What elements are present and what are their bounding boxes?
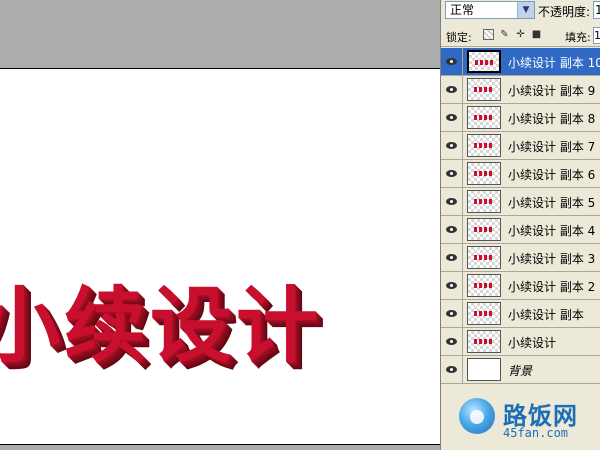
layer-thumbnail xyxy=(467,190,501,213)
layer-row[interactable]: 小续设计 副本 2 xyxy=(441,272,600,300)
layer-thumbnail xyxy=(467,218,501,241)
visibility-toggle[interactable] xyxy=(441,272,463,299)
lock-label: 锁定: xyxy=(446,31,472,44)
eye-icon xyxy=(446,198,457,205)
layer-thumbnail xyxy=(467,50,501,73)
visibility-toggle[interactable] xyxy=(441,188,463,215)
layer-thumbnail xyxy=(467,358,501,381)
layer-row-background[interactable]: 背景 xyxy=(441,356,600,384)
layer-name: 小续设计 副本 5 xyxy=(508,196,596,210)
lock-icon[interactable]: ■ xyxy=(531,29,542,40)
artwork-text: 小续设计 xyxy=(0,279,323,374)
blend-mode-select[interactable]: 正常 ▼ xyxy=(445,1,535,19)
thumbnail-art xyxy=(474,339,494,344)
layer-name: 小续设计 副本 8 xyxy=(508,112,596,126)
eye-icon xyxy=(446,310,457,317)
thumbnail-art xyxy=(474,87,494,92)
visibility-toggle[interactable] xyxy=(441,216,463,243)
eye-icon xyxy=(446,226,457,233)
visibility-toggle[interactable] xyxy=(441,356,463,383)
layer-name: 小续设计 副本 3 xyxy=(508,252,596,266)
eye-icon xyxy=(446,114,457,121)
layer-name: 背景 xyxy=(508,364,533,378)
visibility-toggle[interactable] xyxy=(441,76,463,103)
visibility-toggle[interactable] xyxy=(441,104,463,131)
layer-row[interactable]: 小续设计 xyxy=(441,328,600,356)
document-edge-bottom xyxy=(0,444,440,445)
visibility-toggle[interactable] xyxy=(441,160,463,187)
eye-icon xyxy=(446,142,457,149)
eye-icon xyxy=(446,254,457,261)
layer-name: 小续设计 副本 7 xyxy=(508,140,596,154)
visibility-toggle[interactable] xyxy=(441,132,463,159)
layer-list: 小续设计 副本 10 小续设计 副本 9 小续设计 副本 8 小续设计 副本 7… xyxy=(441,48,600,384)
brush-icon[interactable]: ✎ xyxy=(499,29,510,40)
layer-name: 小续设计 副本 4 xyxy=(508,224,596,238)
eye-icon xyxy=(446,338,457,345)
eye-icon xyxy=(446,282,457,289)
layer-row[interactable]: 小续设计 副本 8 xyxy=(441,104,600,132)
water-drop-icon xyxy=(459,398,495,434)
layer-row[interactable]: 小续设计 副本 xyxy=(441,300,600,328)
layer-name: 小续设计 副本 6 xyxy=(508,168,596,182)
thumbnail-art xyxy=(474,255,494,260)
thumbnail-art xyxy=(474,283,494,288)
layer-row[interactable]: 小续设计 副本 4 xyxy=(441,216,600,244)
thumbnail-art xyxy=(474,143,494,148)
layer-name: 小续设计 副本 xyxy=(508,308,584,322)
thumbnail-art xyxy=(475,60,495,65)
visibility-toggle[interactable] xyxy=(441,244,463,271)
blend-row: 正常 ▼ 不透明度: 1 xyxy=(441,0,600,22)
eye-icon xyxy=(446,86,457,93)
layer-thumbnail xyxy=(467,274,501,297)
layer-row[interactable]: 小续设计 副本 5 xyxy=(441,188,600,216)
layer-thumbnail xyxy=(467,162,501,185)
fill-input[interactable]: 1 xyxy=(593,27,600,44)
layer-thumbnail xyxy=(467,330,501,353)
layer-thumbnail xyxy=(467,106,501,129)
thumbnail-art xyxy=(474,171,494,176)
layer-thumbnail xyxy=(467,246,501,269)
blend-mode-value: 正常 xyxy=(450,3,475,17)
thumbnail-art xyxy=(474,115,494,120)
opacity-input[interactable]: 1 xyxy=(593,1,600,19)
eye-icon xyxy=(446,170,457,177)
visibility-toggle[interactable] xyxy=(441,48,463,75)
layer-name: 小续设计 副本 9 xyxy=(508,84,596,98)
layer-row[interactable]: 小续设计 副本 3 xyxy=(441,244,600,272)
layer-thumbnail xyxy=(467,134,501,157)
eye-icon xyxy=(446,58,457,65)
canvas-area[interactable]: 小续设计 xyxy=(0,0,440,450)
layer-name: 小续设计 xyxy=(508,336,557,350)
thumbnail-art xyxy=(474,199,494,204)
watermark-logo: 路饭网 45fan.com xyxy=(441,390,600,450)
opacity-label: 不透明度: xyxy=(538,5,591,19)
thumbnail-art xyxy=(474,311,494,316)
visibility-toggle[interactable] xyxy=(441,300,463,327)
layer-row[interactable]: 小续设计 副本 6 xyxy=(441,160,600,188)
visibility-toggle[interactable] xyxy=(441,328,463,355)
move-icon[interactable]: ✛ xyxy=(515,29,526,40)
layers-panel: 正常 ▼ 不透明度: 1 锁定: ✎ ✛ ■ 填充: 1 小续设计 副本 10 … xyxy=(440,0,600,450)
thumbnail-art xyxy=(474,227,494,232)
chevron-down-icon[interactable]: ▼ xyxy=(517,2,534,18)
document-canvas[interactable]: 小续设计 xyxy=(0,69,440,444)
lock-row: 锁定: ✎ ✛ ■ 填充: 1 xyxy=(441,24,600,47)
layer-row[interactable]: 小续设计 副本 7 xyxy=(441,132,600,160)
fill-label: 填充: xyxy=(565,31,591,44)
layer-row[interactable]: 小续设计 副本 10 xyxy=(441,48,600,76)
layer-name: 小续设计 副本 2 xyxy=(508,280,596,294)
layer-row[interactable]: 小续设计 副本 9 xyxy=(441,76,600,104)
lock-transparent-icon[interactable] xyxy=(483,29,494,40)
layer-thumbnail xyxy=(467,78,501,101)
layer-thumbnail xyxy=(467,302,501,325)
layer-name: 小续设计 副本 10 xyxy=(508,56,600,70)
watermark-url: 45fan.com xyxy=(503,426,569,440)
eye-icon xyxy=(446,366,457,373)
